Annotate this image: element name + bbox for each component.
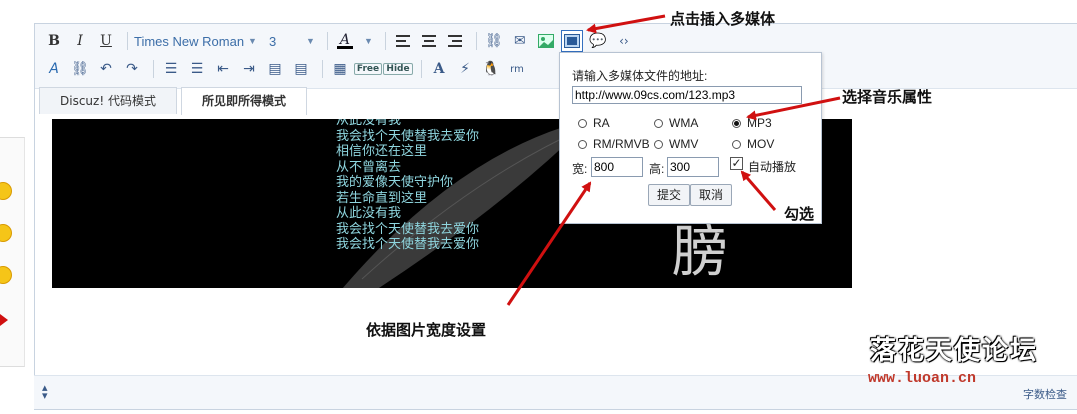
arrow-to-autoplay-checkbox [740, 170, 777, 211]
annotation-insert-media: 点击插入多媒体 [670, 10, 776, 28]
annotation-arrows [506, 14, 841, 306]
arrow-to-multimedia-button [586, 14, 666, 34]
annotation-select-music: 选择音乐属性 [842, 88, 933, 106]
annotation-width-by-image: 依据图片宽度设置 [366, 321, 487, 339]
annotation-check: 勾选 [784, 205, 815, 223]
arrow-to-mp3-option [746, 96, 841, 121]
arrow-to-width-input [506, 181, 592, 306]
